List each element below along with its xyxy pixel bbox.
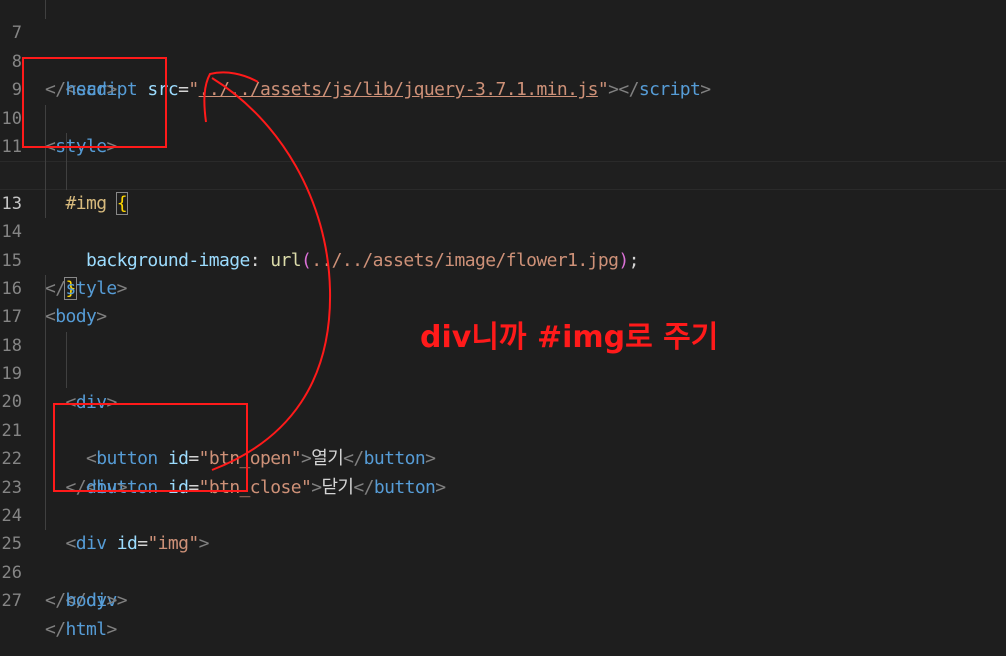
indent-guide: [45, 388, 46, 417]
indent-guide: [45, 360, 46, 389]
indent-guide: [45, 303, 46, 332]
code-line-current[interactable]: 13: [0, 161, 1006, 214]
indent-guide: [45, 445, 46, 474]
code-line[interactable]: 8 </head>: [0, 19, 1006, 100]
code-content: </html>: [45, 618, 117, 640]
code-line[interactable]: 24: [0, 473, 1006, 526]
indent-guide: [45, 416, 46, 446]
code-line[interactable]: 20 <button id="btn_close">닫기</button>: [0, 360, 1006, 498]
indent-guide: [66, 331, 67, 361]
code-line[interactable]: 25 </div>: [0, 502, 1006, 611]
code-line[interactable]: 15 </style>: [0, 218, 1006, 299]
code-line[interactable]: 12 background-image: url(../../assets/im…: [0, 132, 1006, 271]
code-line[interactable]: 7 <script src="../../assets/js/lib/jquer…: [0, 0, 1006, 100]
code-line[interactable]: 22: [0, 416, 1006, 469]
code-line[interactable]: 21 </div>: [0, 388, 1006, 498]
code-line[interactable]: 16 <body>: [0, 247, 1006, 327]
indent-guide: [45, 104, 46, 133]
code-line[interactable]: 18 <div>: [0, 303, 1006, 413]
indent-guide: [66, 161, 67, 190]
code-lines: 7 <script src="../../assets/js/lib/jquer…: [0, 0, 1006, 640]
code-line[interactable]: 23 <div id="img">: [0, 445, 1006, 554]
indent-guide: [45, 189, 46, 219]
code-line[interactable]: 14 }: [0, 189, 1006, 300]
code-line[interactable]: 19 <button id="btn_open">열기</button>: [0, 331, 1006, 469]
line-number: 27: [1, 591, 22, 612]
indent-guide: [45, 161, 46, 190]
code-line[interactable]: 27 </html>: [0, 559, 1006, 639]
indent-guide: [45, 132, 46, 162]
code-line[interactable]: 26 </body>: [0, 530, 1006, 611]
code-line[interactable]: 17: [0, 274, 1006, 327]
code-editor[interactable]: 7 <script src="../../assets/js/lib/jquer…: [0, 0, 1006, 656]
code-line[interactable]: 11 #img {: [0, 104, 1006, 215]
code-line[interactable]: 10 <style>: [0, 76, 1006, 157]
indent-guide: [66, 132, 67, 162]
indent-guide: [66, 360, 67, 389]
indent-guide: [45, 0, 46, 20]
indent-guide: [45, 502, 46, 531]
code-line[interactable]: 9: [0, 48, 1006, 100]
indent-guide: [45, 473, 46, 503]
indent-guide: [45, 274, 46, 304]
indent-guide: [45, 331, 46, 361]
